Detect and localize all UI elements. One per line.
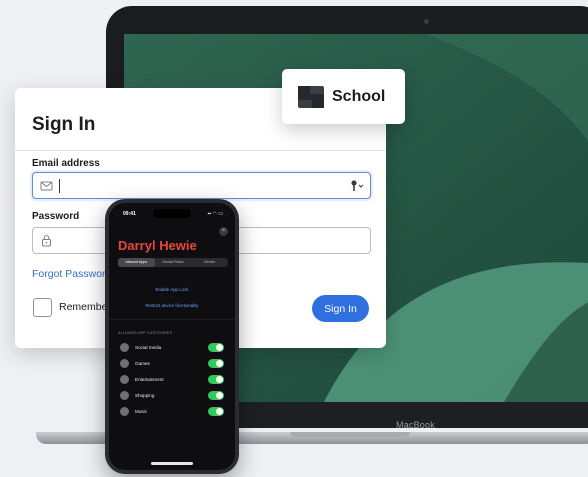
signin-button[interactable]: Sign In: [312, 295, 369, 322]
tab-device[interactable]: Device: [191, 258, 228, 267]
remember-me-checkbox[interactable]: [33, 298, 52, 317]
camera-icon: [424, 19, 429, 24]
category-toggle[interactable]: [208, 343, 224, 352]
child-name: Darryl Hewie: [118, 238, 197, 253]
tab-allowed-apps[interactable]: Allowed Apps: [118, 258, 155, 267]
school-name: School: [332, 87, 386, 105]
status-icons: ▪▪ ◠ ▭: [207, 211, 223, 217]
close-icon[interactable]: ×: [219, 227, 228, 236]
phone: 09:41 ▪▪ ◠ ▭ × Darryl Hewie Allowed Apps…: [105, 199, 239, 474]
category-label: Social media: [135, 345, 162, 350]
enable-app-lock-link[interactable]: Enable App Lock: [109, 287, 235, 292]
home-indicator: [151, 462, 193, 465]
envelope-icon: [40, 181, 53, 191]
dynamic-island: [153, 209, 191, 218]
section-header: ALLOWED APP CATEGORIES: [118, 331, 173, 335]
key-icon[interactable]: [350, 179, 364, 192]
card-divider: [15, 150, 386, 151]
category-label: Entertainment: [135, 377, 164, 382]
lock-icon: [42, 235, 51, 247]
category-icon: [120, 391, 129, 400]
status-time: 09:41: [123, 211, 136, 217]
category-row-social-media: Social media: [118, 341, 230, 355]
category-icon: [120, 343, 129, 352]
password-label: Password: [32, 211, 80, 222]
laptop-base-notch: [290, 432, 410, 437]
section-divider: [109, 319, 235, 320]
category-toggle[interactable]: [208, 375, 224, 384]
phone-screen: 09:41 ▪▪ ◠ ▭ × Darryl Hewie Allowed Apps…: [109, 203, 235, 470]
category-toggle[interactable]: [208, 407, 224, 416]
category-label: Games: [135, 361, 150, 366]
category-row-music: Music: [118, 405, 230, 419]
segmented-control: Allowed Apps Device Rules Device: [118, 258, 228, 267]
category-row-games: Games: [118, 357, 230, 371]
category-label: Shopping: [135, 393, 155, 398]
category-row-shopping: Shopping: [118, 389, 230, 403]
category-label: Music: [135, 409, 147, 414]
category-toggle[interactable]: [208, 359, 224, 368]
category-row-entertainment: Entertainment: [118, 373, 230, 387]
tab-device-rules[interactable]: Device Rules: [155, 258, 192, 267]
school-badge: School: [282, 69, 405, 124]
laptop-brand-label: MacBook: [396, 420, 435, 430]
category-icon: [120, 359, 129, 368]
email-label: Email address: [32, 158, 100, 169]
text-caret: [59, 179, 60, 193]
signin-title: Sign In: [32, 114, 96, 135]
category-toggle[interactable]: [208, 391, 224, 400]
email-field[interactable]: [32, 172, 371, 199]
category-icon: [120, 375, 129, 384]
forgot-password-link[interactable]: Forgot Password: [32, 268, 111, 280]
category-icon: [120, 407, 129, 416]
school-logo-icon: [298, 85, 324, 108]
restrict-device-link[interactable]: Restrict device functionality: [109, 303, 235, 308]
